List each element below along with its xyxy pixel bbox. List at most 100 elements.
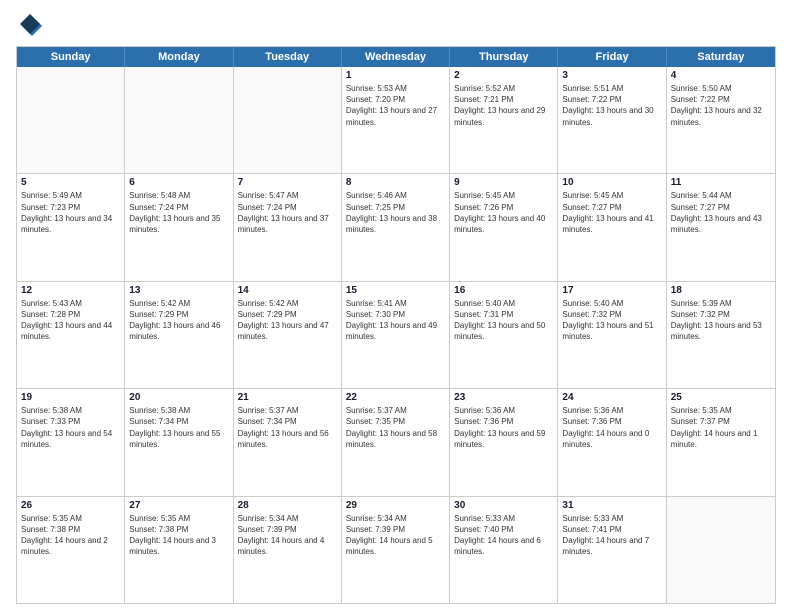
day-cell: 24 Sunrise: 5:36 AM Sunset: 7:36 PM Dayli…: [558, 389, 666, 495]
day-number: 15: [346, 285, 445, 296]
day-cell: 16 Sunrise: 5:40 AM Sunset: 7:31 PM Dayli…: [450, 282, 558, 388]
day-number: 20: [129, 392, 228, 403]
day-cell: 17 Sunrise: 5:40 AM Sunset: 7:32 PM Dayli…: [558, 282, 666, 388]
day-number: 7: [238, 177, 337, 188]
day-cell: 21 Sunrise: 5:37 AM Sunset: 7:34 PM Dayli…: [234, 389, 342, 495]
day-info: Sunrise: 5:35 AM Sunset: 7:37 PM Dayligh…: [671, 405, 771, 450]
page: SundayMondayTuesdayWednesdayThursdayFrid…: [0, 0, 792, 612]
day-cell: 1 Sunrise: 5:53 AM Sunset: 7:20 PM Daylig…: [342, 67, 450, 173]
day-info: Sunrise: 5:53 AM Sunset: 7:20 PM Dayligh…: [346, 83, 445, 128]
day-info: Sunrise: 5:42 AM Sunset: 7:29 PM Dayligh…: [129, 298, 228, 343]
week-row-4: 26Sunrise: 5:35 AM Sunset: 7:38 PM Dayli…: [17, 496, 775, 603]
day-info: Sunrise: 5:41 AM Sunset: 7:30 PM Dayligh…: [346, 298, 445, 343]
day-number: 24: [562, 392, 661, 403]
day-cell: [667, 497, 775, 603]
day-cell: 19 Sunrise: 5:38 AM Sunset: 7:33 PM Dayli…: [17, 389, 125, 495]
day-number: 21: [238, 392, 337, 403]
day-info: Sunrise: 5:44 AM Sunset: 7:27 PM Dayligh…: [671, 190, 771, 235]
day-number: 6: [129, 177, 228, 188]
day-cell: 18Sunrise: 5:39 AM Sunset: 7:32 PM Dayli…: [667, 282, 775, 388]
week-row-0: 1 Sunrise: 5:53 AM Sunset: 7:20 PM Daylig…: [17, 67, 775, 173]
day-number: 12: [21, 285, 120, 296]
week-row-1: 5 Sunrise: 5:49 AM Sunset: 7:23 PM Daylig…: [17, 173, 775, 280]
day-info: Sunrise: 5:38 AM Sunset: 7:33 PM Dayligh…: [21, 405, 120, 450]
day-header-sunday: Sunday: [17, 47, 125, 67]
day-number: 1: [346, 70, 445, 81]
day-number: 17: [562, 285, 661, 296]
day-cell: 5 Sunrise: 5:49 AM Sunset: 7:23 PM Daylig…: [17, 174, 125, 280]
day-info: Sunrise: 5:33 AM Sunset: 7:40 PM Dayligh…: [454, 513, 553, 558]
day-info: Sunrise: 5:34 AM Sunset: 7:39 PM Dayligh…: [238, 513, 337, 558]
day-info: Sunrise: 5:35 AM Sunset: 7:38 PM Dayligh…: [129, 513, 228, 558]
day-number: 23: [454, 392, 553, 403]
day-header-monday: Monday: [125, 47, 233, 67]
day-info: Sunrise: 5:52 AM Sunset: 7:21 PM Dayligh…: [454, 83, 553, 128]
week-row-3: 19 Sunrise: 5:38 AM Sunset: 7:33 PM Dayli…: [17, 388, 775, 495]
day-header-friday: Friday: [558, 47, 666, 67]
day-info: Sunrise: 5:38 AM Sunset: 7:34 PM Dayligh…: [129, 405, 228, 450]
logo: [16, 12, 48, 40]
day-cell: 6 Sunrise: 5:48 AM Sunset: 7:24 PM Daylig…: [125, 174, 233, 280]
day-cell: [234, 67, 342, 173]
day-number: 19: [21, 392, 120, 403]
day-number: 29: [346, 500, 445, 511]
day-cell: 2 Sunrise: 5:52 AM Sunset: 7:21 PM Daylig…: [450, 67, 558, 173]
day-cell: 20 Sunrise: 5:38 AM Sunset: 7:34 PM Dayli…: [125, 389, 233, 495]
day-cell: 15 Sunrise: 5:41 AM Sunset: 7:30 PM Dayli…: [342, 282, 450, 388]
day-info: Sunrise: 5:36 AM Sunset: 7:36 PM Dayligh…: [454, 405, 553, 450]
day-cell: 7 Sunrise: 5:47 AM Sunset: 7:24 PM Daylig…: [234, 174, 342, 280]
day-number: 28: [238, 500, 337, 511]
day-cell: 28 Sunrise: 5:34 AM Sunset: 7:39 PM Dayli…: [234, 497, 342, 603]
day-number: 5: [21, 177, 120, 188]
day-info: Sunrise: 5:34 AM Sunset: 7:39 PM Dayligh…: [346, 513, 445, 558]
day-cell: [125, 67, 233, 173]
day-number: 2: [454, 70, 553, 81]
day-cell: 25 Sunrise: 5:35 AM Sunset: 7:37 PM Dayli…: [667, 389, 775, 495]
calendar: SundayMondayTuesdayWednesdayThursdayFrid…: [16, 46, 776, 604]
day-number: 4: [671, 70, 771, 81]
day-info: Sunrise: 5:49 AM Sunset: 7:23 PM Dayligh…: [21, 190, 120, 235]
day-cell: 3Sunrise: 5:51 AM Sunset: 7:22 PM Daylig…: [558, 67, 666, 173]
week-row-2: 12 Sunrise: 5:43 AM Sunset: 7:28 PM Dayli…: [17, 281, 775, 388]
day-cell: 31Sunrise: 5:33 AM Sunset: 7:41 PM Dayli…: [558, 497, 666, 603]
day-info: Sunrise: 5:35 AM Sunset: 7:38 PM Dayligh…: [21, 513, 120, 558]
day-info: Sunrise: 5:40 AM Sunset: 7:32 PM Dayligh…: [562, 298, 661, 343]
day-number: 27: [129, 500, 228, 511]
day-cell: 12 Sunrise: 5:43 AM Sunset: 7:28 PM Dayli…: [17, 282, 125, 388]
day-number: 30: [454, 500, 553, 511]
day-number: 13: [129, 285, 228, 296]
day-header-wednesday: Wednesday: [342, 47, 450, 67]
day-cell: 4 Sunrise: 5:50 AM Sunset: 7:22 PM Daylig…: [667, 67, 775, 173]
day-cell: 8Sunrise: 5:46 AM Sunset: 7:25 PM Daylig…: [342, 174, 450, 280]
day-cell: [17, 67, 125, 173]
day-number: 25: [671, 392, 771, 403]
day-info: Sunrise: 5:47 AM Sunset: 7:24 PM Dayligh…: [238, 190, 337, 235]
day-number: 10: [562, 177, 661, 188]
day-header-tuesday: Tuesday: [234, 47, 342, 67]
day-cell: 27 Sunrise: 5:35 AM Sunset: 7:38 PM Dayli…: [125, 497, 233, 603]
day-info: Sunrise: 5:43 AM Sunset: 7:28 PM Dayligh…: [21, 298, 120, 343]
day-number: 8: [346, 177, 445, 188]
day-cell: 9 Sunrise: 5:45 AM Sunset: 7:26 PM Daylig…: [450, 174, 558, 280]
day-info: Sunrise: 5:50 AM Sunset: 7:22 PM Dayligh…: [671, 83, 771, 128]
day-cell: 30 Sunrise: 5:33 AM Sunset: 7:40 PM Dayli…: [450, 497, 558, 603]
calendar-body: 1 Sunrise: 5:53 AM Sunset: 7:20 PM Daylig…: [17, 67, 775, 603]
logo-icon: [16, 12, 44, 40]
day-info: Sunrise: 5:40 AM Sunset: 7:31 PM Dayligh…: [454, 298, 553, 343]
day-info: Sunrise: 5:33 AM Sunset: 7:41 PM Dayligh…: [562, 513, 661, 558]
day-number: 9: [454, 177, 553, 188]
day-info: Sunrise: 5:37 AM Sunset: 7:35 PM Dayligh…: [346, 405, 445, 450]
day-cell: 22Sunrise: 5:37 AM Sunset: 7:35 PM Dayli…: [342, 389, 450, 495]
day-cell: 26Sunrise: 5:35 AM Sunset: 7:38 PM Dayli…: [17, 497, 125, 603]
day-info: Sunrise: 5:45 AM Sunset: 7:26 PM Dayligh…: [454, 190, 553, 235]
day-cell: 10 Sunrise: 5:45 AM Sunset: 7:27 PM Dayli…: [558, 174, 666, 280]
day-info: Sunrise: 5:45 AM Sunset: 7:27 PM Dayligh…: [562, 190, 661, 235]
day-info: Sunrise: 5:37 AM Sunset: 7:34 PM Dayligh…: [238, 405, 337, 450]
day-info: Sunrise: 5:36 AM Sunset: 7:36 PM Dayligh…: [562, 405, 661, 450]
day-number: 14: [238, 285, 337, 296]
day-number: 11: [671, 177, 771, 188]
day-info: Sunrise: 5:48 AM Sunset: 7:24 PM Dayligh…: [129, 190, 228, 235]
day-number: 16: [454, 285, 553, 296]
day-header-thursday: Thursday: [450, 47, 558, 67]
day-info: Sunrise: 5:42 AM Sunset: 7:29 PM Dayligh…: [238, 298, 337, 343]
